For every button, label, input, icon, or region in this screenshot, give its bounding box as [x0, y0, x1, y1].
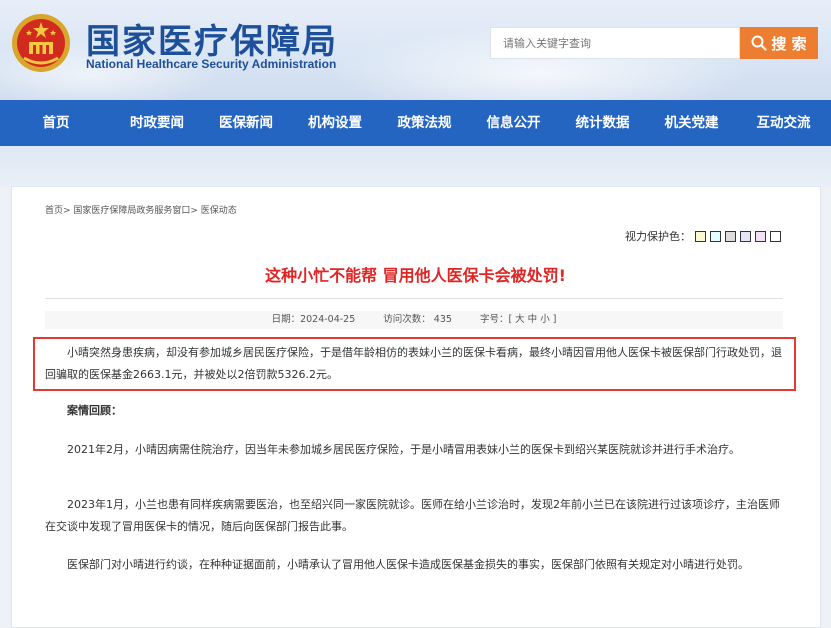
- article-visits: 访问次数： 435: [383, 314, 452, 325]
- color-swatch-pink[interactable]: [755, 230, 766, 242]
- nav-item-disclosure[interactable]: 信息公开: [469, 100, 558, 146]
- eye-protection-colors: 视力保护色：: [625, 228, 781, 244]
- breadcrumb[interactable]: 首页> 国家医疗保障局政务服务窗口> 医保动态: [45, 203, 237, 216]
- eye-protection-label: 视力保护色：: [625, 230, 691, 243]
- national-emblem-icon: [12, 14, 70, 72]
- font-size-control[interactable]: 字号：[ 大 中 小 ]: [480, 311, 557, 329]
- nav-item-organization[interactable]: 机构设置: [290, 100, 380, 146]
- search-button-label: 搜 索: [771, 34, 807, 53]
- site-header: 国家医疗保障局 National Healthcare Security Adm…: [0, 0, 831, 100]
- main-nav: 首页 时政要闻 医保新闻 机构设置 政策法规 信息公开 统计数据 机关党建 互动…: [0, 100, 831, 146]
- section-heading: 案情回顾：: [67, 404, 122, 417]
- nav-item-home[interactable]: 首页: [0, 100, 112, 146]
- article-paragraph: 2021年2月，小晴因病需住院治疗，因当年未参加城乡居民医疗保险，于是小晴冒用表…: [67, 443, 740, 456]
- color-swatch-lavender[interactable]: [740, 230, 751, 242]
- article-paragraph: 医保部门对小晴进行约谈，在种种证据面前，小晴承认了冒用他人医保卡造成医保基金损失…: [67, 558, 749, 571]
- color-swatch-white[interactable]: [770, 230, 781, 242]
- article-title: 这种小忙不能帮 冒用他人医保卡会被处罚!: [265, 266, 566, 285]
- search-icon: [751, 35, 767, 51]
- search-input[interactable]: [490, 27, 740, 59]
- nav-item-medical-news[interactable]: 医保新闻: [202, 100, 290, 146]
- nav-item-statistics[interactable]: 统计数据: [558, 100, 647, 146]
- article-paragraph: 2023年1月，小兰也患有同样疾病需要医治，也至绍兴同一家医院就诊。医师在给小兰…: [45, 498, 780, 533]
- site-title-en: National Healthcare Security Administrat…: [86, 57, 337, 71]
- divider: [45, 298, 783, 299]
- nav-item-party[interactable]: 机关党建: [647, 100, 736, 146]
- nav-item-news[interactable]: 时政要闻: [112, 100, 202, 146]
- color-swatch-cyan[interactable]: [710, 230, 721, 242]
- article-meta: 日期：2024-04-25 访问次数： 435 字号：[ 大 中 小 ]: [45, 311, 783, 329]
- decorative-band: [0, 146, 831, 186]
- article-summary: 小晴突然身患疾病，却没有参加城乡居民医疗保险，于是借年龄相仿的表妹小兰的医保卡看…: [45, 346, 782, 381]
- nav-item-interaction[interactable]: 互动交流: [736, 100, 831, 146]
- color-swatch-gray[interactable]: [725, 230, 736, 242]
- nav-item-policy[interactable]: 政策法规: [380, 100, 469, 146]
- article-date: 日期：2024-04-25: [271, 314, 356, 325]
- color-swatch-yellow[interactable]: [695, 230, 706, 242]
- search-button[interactable]: 搜 索: [740, 27, 818, 59]
- site-title-cn: 国家医疗保障局: [86, 22, 338, 62]
